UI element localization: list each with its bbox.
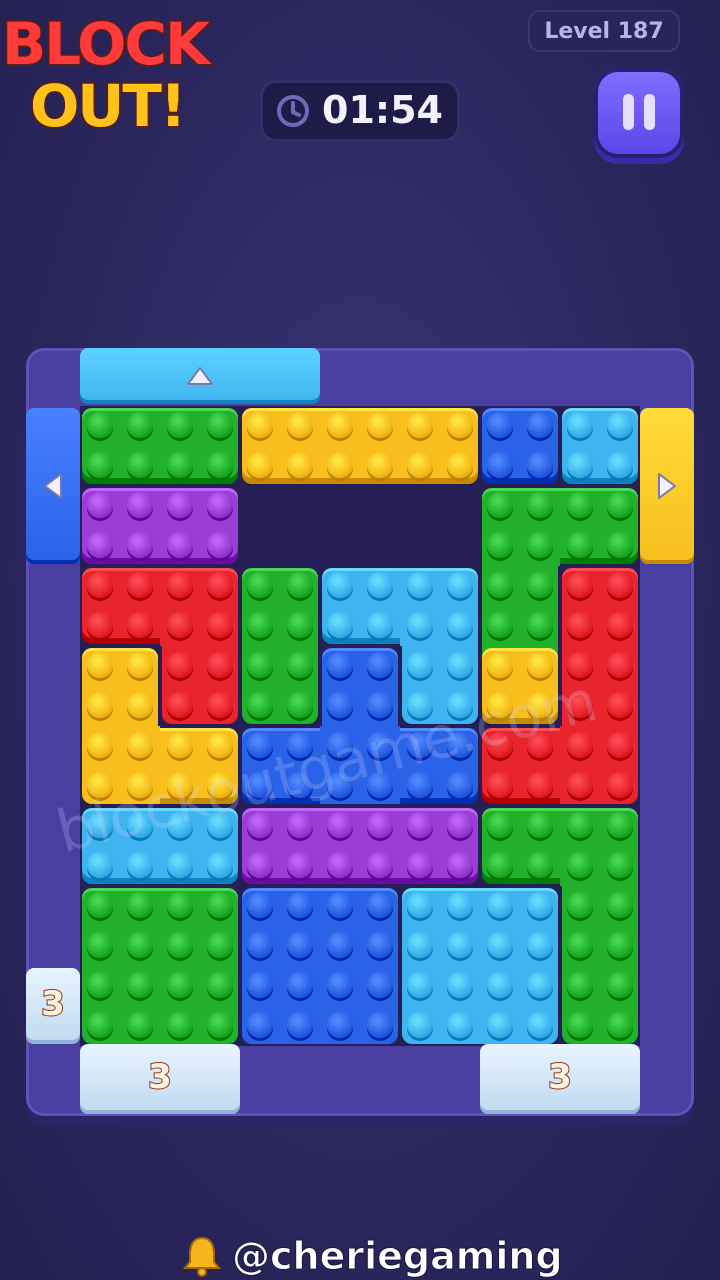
arrow-up-icon: [187, 367, 213, 385]
gate-top-lightblue: [80, 348, 320, 404]
arrow-right-icon: [658, 473, 676, 499]
footer-handle: @cheriegaming: [232, 1234, 564, 1279]
bell-icon: [182, 1236, 222, 1277]
gate-counter: 3: [40, 983, 66, 1025]
gate-left-ice: 3: [26, 968, 80, 1044]
gate-bottom-ice-left: 3: [80, 1044, 240, 1114]
gates-layer: 3 3 3: [0, 0, 720, 1280]
arrow-left-icon: [44, 473, 62, 499]
footer: @cheriegaming: [180, 1232, 563, 1280]
gate-left-blue: [26, 408, 80, 564]
gate-bottom-ice-right: 3: [480, 1044, 640, 1114]
gate-counter: 3: [147, 1056, 173, 1098]
gate-right-yellow: [640, 408, 694, 564]
gate-counter: 3: [547, 1056, 573, 1098]
